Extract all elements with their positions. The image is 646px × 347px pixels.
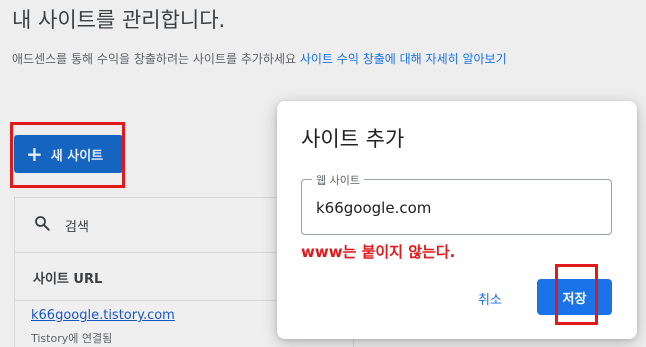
search-icon	[33, 214, 51, 236]
cancel-button[interactable]: 취소	[465, 283, 515, 313]
new-site-highlight-box	[10, 122, 125, 188]
website-field-value[interactable]: k66google.com	[316, 199, 431, 217]
annotation-note: www는 붙이지 않는다.	[301, 243, 456, 261]
website-field-label: 웹 사이트	[312, 172, 364, 188]
learn-more-link[interactable]: 사이트 수익 창출에 대해 자세히 알아보기	[300, 52, 507, 66]
site-status: Tistory에 연결됨	[31, 332, 113, 345]
page-description: 애드센스를 통해 수익을 창출하려는 사이트를 추가하세요 사이트 수익 창출에…	[12, 50, 507, 67]
site-url-link[interactable]: k66google.tistory.com	[31, 308, 175, 323]
column-header-url: 사이트 URL	[33, 272, 103, 287]
save-highlight-box	[555, 264, 598, 325]
description-text: 애드센스를 통해 수익을 창출하려는 사이트를 추가하세요	[12, 52, 297, 66]
page-title: 내 사이트를 관리합니다.	[12, 8, 226, 32]
website-field[interactable]: 웹 사이트 k66google.com	[301, 172, 612, 235]
search-label: 검색	[65, 219, 89, 235]
dialog-title: 사이트 추가	[301, 127, 405, 151]
